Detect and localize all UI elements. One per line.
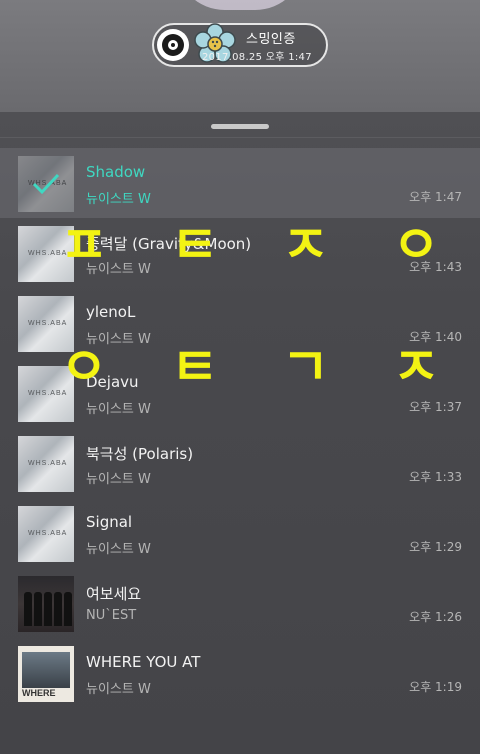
check-icon	[18, 156, 74, 212]
recent-songs-list: WHS.ABA Shadow 뉴이스트 W 오후 1:47 WHS.ABA 중력달 (Gr…	[0, 148, 480, 708]
song-row[interactable]: WHS.ABA Dejavu 뉴이스트 W 오후 1:37	[0, 358, 480, 428]
divider	[0, 137, 480, 138]
sheet-drag-handle[interactable]	[211, 124, 269, 129]
profile-image-edge	[175, 0, 305, 10]
album-art-text: WHS.ABA	[28, 460, 68, 467]
played-time: 오후 1:19	[409, 680, 462, 694]
song-row[interactable]: WHS.ABA Shadow 뉴이스트 W 오후 1:47	[0, 148, 480, 218]
song-title: 중력달 (Gravity&Moon)	[86, 235, 252, 253]
album-art: WHS.ABA	[18, 366, 74, 422]
played-time: 오후 1:29	[409, 540, 462, 554]
song-title: Dejavu	[86, 373, 139, 391]
song-row[interactable]: WHS.ABA 북극성 (Polaris) 뉴이스트 W 오후 1:33	[0, 428, 480, 498]
song-artist: 뉴이스트 W	[86, 682, 151, 697]
song-title: 북극성 (Polaris)	[86, 445, 194, 463]
song-row[interactable]: WHS.ABA Signal 뉴이스트 W 오후 1:29	[0, 498, 480, 568]
album-art-text: WHS.ABA	[28, 530, 68, 537]
song-row[interactable]: WHERE WHERE YOU AT 뉴이스트 W 오후 1:19	[0, 638, 480, 708]
song-row[interactable]: WHS.ABA 중력달 (Gravity&Moon) 뉴이스트 W 오후 1:43	[0, 218, 480, 288]
song-artist: 뉴이스트 W	[86, 472, 151, 487]
song-row[interactable]: 여보세요 NU`EST 오후 1:26	[0, 568, 480, 638]
album-art-text: WHS.ABA	[28, 390, 68, 397]
pill-timestamp: 2017.08.25 오후 1:47	[202, 52, 312, 63]
album-art: WHERE	[18, 646, 74, 702]
streaming-proof-pill: 스밍인증 2017.08.25 오후 1:47	[152, 23, 328, 67]
played-time: 오후 1:33	[409, 470, 462, 484]
song-artist: 뉴이스트 W	[86, 332, 151, 347]
album-art: WHS.ABA	[18, 296, 74, 352]
album-art	[18, 576, 74, 632]
song-title: 여보세요	[86, 585, 142, 603]
song-title: Shadow	[86, 163, 146, 181]
song-artist: NU`EST	[86, 608, 137, 623]
album-art: WHS.ABA	[18, 156, 74, 212]
album-art: WHS.ABA	[18, 506, 74, 562]
played-time: 오후 1:37	[409, 400, 462, 414]
album-art-text: WHS.ABA	[28, 250, 68, 257]
song-artist: 뉴이스트 W	[86, 262, 151, 277]
status-header: 스밍인증 2017.08.25 오후 1:47	[0, 0, 480, 112]
pill-title: 스밍인증	[246, 32, 296, 47]
played-time: 오후 1:47	[409, 190, 462, 204]
played-time: 오후 1:43	[409, 260, 462, 274]
album-art: WHS.ABA	[18, 226, 74, 282]
song-title: ylenoL	[86, 303, 136, 321]
song-title: Signal	[86, 513, 133, 531]
played-time: 오후 1:26	[409, 610, 462, 624]
song-title: WHERE YOU AT	[86, 653, 201, 671]
song-row[interactable]: WHS.ABA ylenoL 뉴이스트 W 오후 1:40	[0, 288, 480, 358]
album-art-text: WHERE	[22, 688, 56, 698]
album-art: WHS.ABA	[18, 436, 74, 492]
album-art-text: WHS.ABA	[28, 320, 68, 327]
played-time: 오후 1:40	[409, 330, 462, 344]
song-artist: 뉴이스트 W	[86, 192, 151, 207]
song-artist: 뉴이스트 W	[86, 402, 151, 417]
song-artist: 뉴이스트 W	[86, 542, 151, 557]
vinyl-record-icon	[157, 29, 189, 61]
